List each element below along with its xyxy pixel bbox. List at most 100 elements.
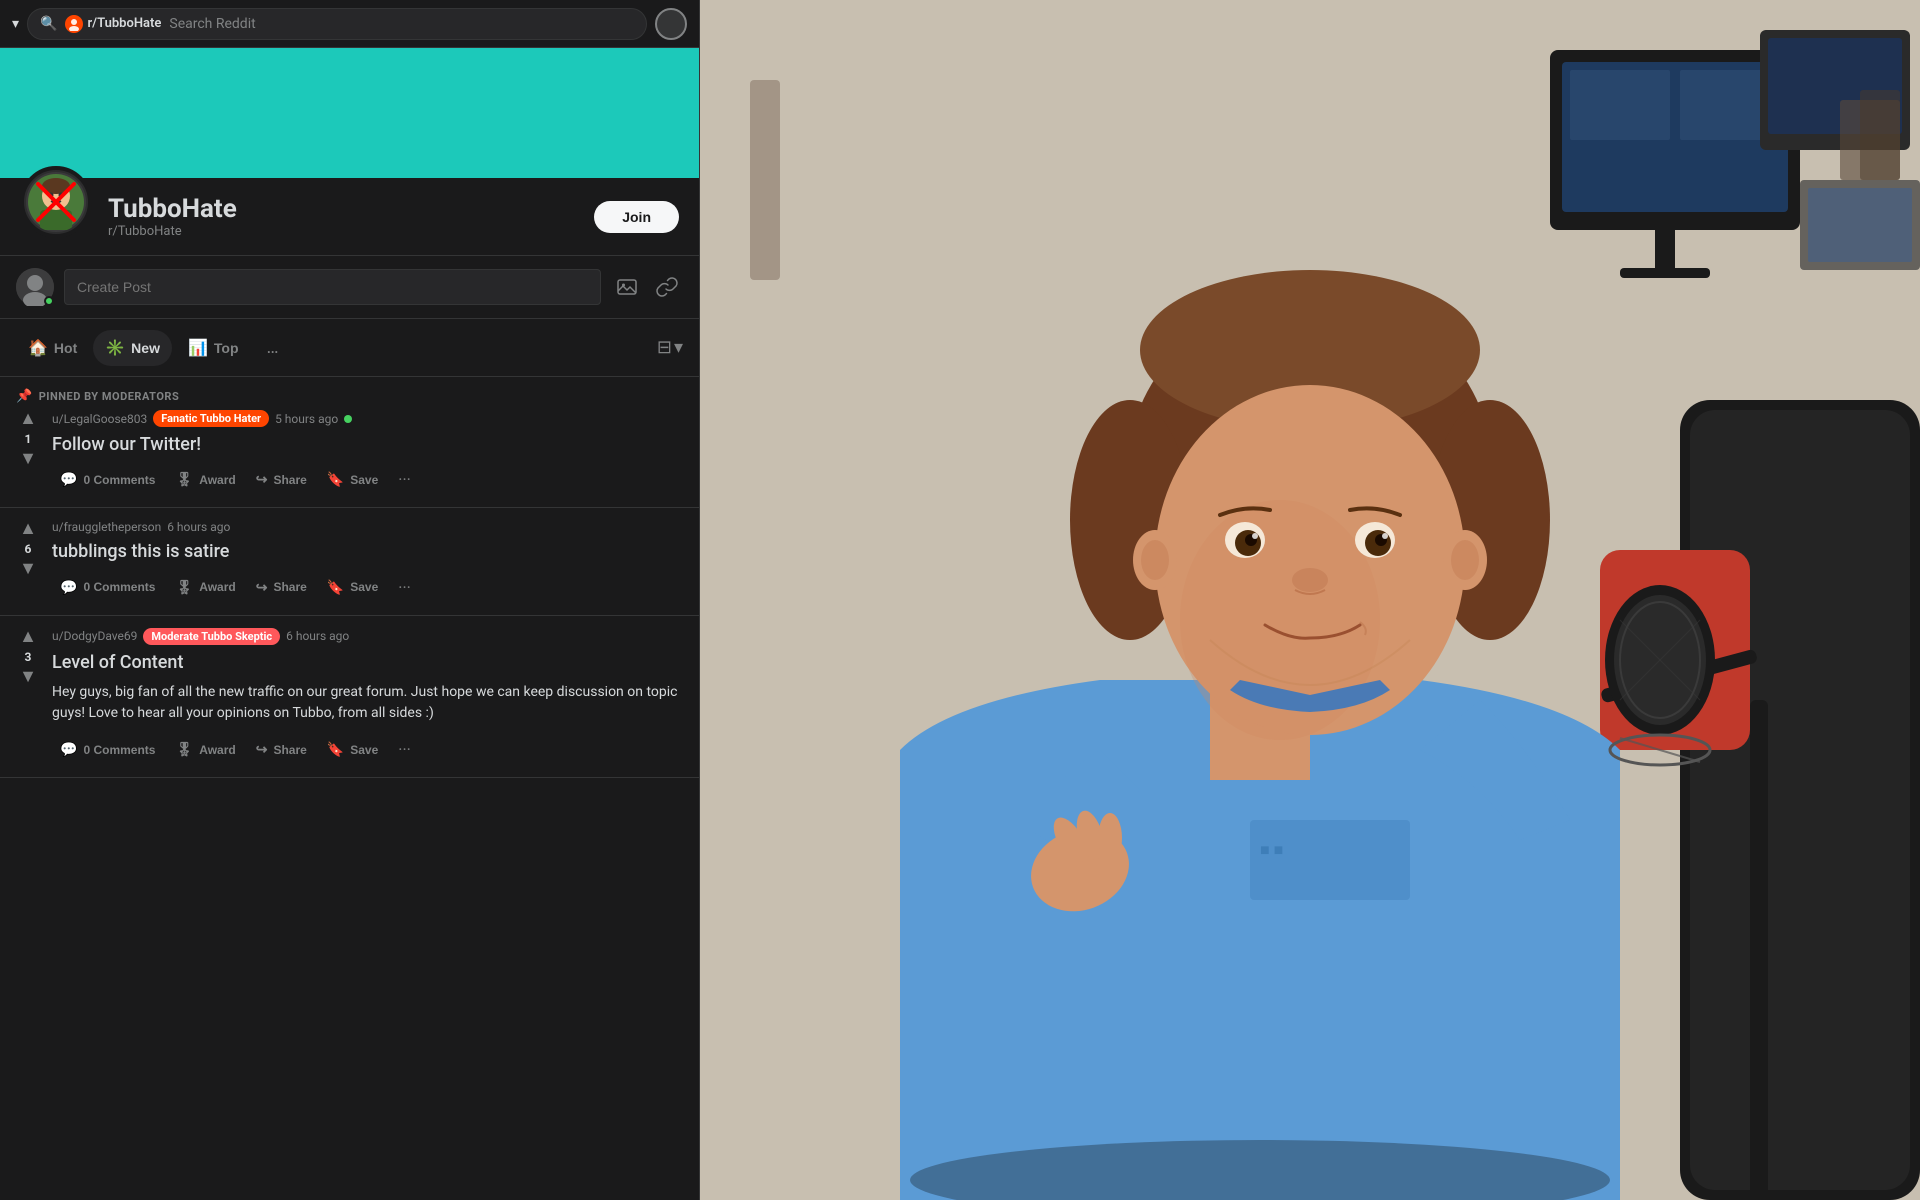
chevron-down-icon[interactable]: ▾: [12, 16, 19, 32]
image-upload-icon[interactable]: [611, 271, 643, 303]
comment-icon-post2: 💬: [60, 579, 77, 596]
post-title-post1[interactable]: Follow our Twitter!: [52, 433, 683, 456]
sort-bar: 🏠 Hot ✳️ New 📊 Top … ⊟ ▾: [0, 319, 699, 377]
sort-new-button[interactable]: ✳️ New: [93, 330, 172, 366]
share-label-post3: Share: [273, 743, 306, 757]
downvote-post1[interactable]: ▼: [19, 450, 37, 468]
post-time-post3: 6 hours ago: [286, 629, 349, 643]
subreddit-header: TubboHate r/TubboHate Join: [0, 178, 699, 256]
join-button[interactable]: Join: [594, 201, 679, 233]
subreddit-name-label: r/TubboHate: [87, 16, 161, 31]
share-icon-post2: ↪: [256, 579, 268, 596]
save-button-post1[interactable]: 🔖 Save: [319, 465, 386, 494]
award-label-post2: Award: [199, 580, 235, 594]
save-button-post2[interactable]: 🔖 Save: [319, 573, 386, 602]
post-flair-post3: Moderate Tubbo Skeptic: [143, 628, 280, 645]
comment-icon-post1: 💬: [60, 471, 77, 488]
share-button-post3[interactable]: ↪ Share: [248, 735, 315, 764]
vote-count-post2: 6: [25, 542, 32, 556]
award-icon-post2: 🎖: [175, 579, 193, 596]
upvote-post3[interactable]: ▲: [19, 628, 37, 646]
sort-top-label: Top: [214, 340, 239, 356]
sort-hot-button[interactable]: 🏠 Hot: [16, 330, 89, 366]
pinned-label: 📌 PINNED BY MODERATORS: [16, 389, 683, 404]
user-avatar-create: [16, 268, 54, 306]
post-author-post2[interactable]: u/frauggletheperson: [52, 520, 161, 534]
view-toggle-button[interactable]: ⊟ ▾: [657, 337, 683, 358]
create-post-bar: [0, 256, 699, 319]
award-button-post1[interactable]: 🎖 Award: [167, 465, 243, 494]
posts-container: 📌 PINNED BY MODERATORS ▲ 1 ▼ u/LegalGoos…: [0, 377, 699, 1200]
vote-count-post3: 3: [25, 650, 32, 664]
vote-column-post1: ▲ 1 ▼: [16, 410, 40, 495]
downvote-post2[interactable]: ▼: [19, 560, 37, 578]
vote-column-post3: ▲ 3 ▼: [16, 628, 40, 765]
comments-button-post2[interactable]: 💬 0 Comments: [52, 573, 163, 602]
post-3: ▲ 3 ▼ u/DodgyDave69 Moderate Tubbo Skept…: [0, 616, 699, 778]
create-post-icons: [611, 271, 683, 303]
save-label-post2: Save: [350, 580, 378, 594]
share-button-post1[interactable]: ↪ Share: [248, 465, 315, 494]
more-button-post3[interactable]: ···: [390, 734, 419, 765]
award-button-post3[interactable]: 🎖 Award: [167, 735, 243, 764]
comments-button-post3[interactable]: 💬 0 Comments: [52, 735, 163, 764]
post-meta-post3: u/DodgyDave69 Moderate Tubbo Skeptic 6 h…: [52, 628, 683, 645]
post-2: ▲ 6 ▼ u/frauggletheperson 6 hours ago tu…: [0, 508, 699, 615]
award-button-post2[interactable]: 🎖 Award: [167, 573, 243, 602]
upvote-post2[interactable]: ▲: [19, 520, 37, 538]
comments-button-post1[interactable]: 💬 0 Comments: [52, 465, 163, 494]
post-actions-post2: 💬 0 Comments 🎖 Award ↪ Share 🔖: [52, 572, 683, 603]
svg-text:■ ■: ■ ■: [1260, 840, 1283, 859]
post-actions-post3: 💬 0 Comments 🎖 Award ↪ Share 🔖: [52, 734, 683, 765]
post-body-post3: Hey guys, big fan of all the new traffic…: [52, 682, 683, 724]
award-label-post3: Award: [199, 743, 235, 757]
upvote-post1[interactable]: ▲: [19, 410, 37, 428]
award-label-post1: Award: [199, 473, 235, 487]
share-icon-post1: ↪: [256, 471, 268, 488]
link-icon[interactable]: [651, 271, 683, 303]
post-time-post2: 6 hours ago: [167, 520, 230, 534]
user-avatar-icon[interactable]: [655, 8, 687, 40]
more-button-post2[interactable]: ···: [390, 572, 419, 603]
post-author-post3[interactable]: u/DodgyDave69: [52, 629, 137, 643]
share-button-post2[interactable]: ↪ Share: [248, 573, 315, 602]
sort-top-button[interactable]: 📊 Top: [176, 330, 251, 366]
post-author-post1[interactable]: u/LegalGoose803: [52, 412, 147, 426]
comment-count-post3: 0 Comments: [83, 743, 155, 757]
more-button-post1[interactable]: ···: [390, 464, 419, 495]
post-meta-post1: u/LegalGoose803 Fanatic Tubbo Hater 5 ho…: [52, 410, 683, 427]
online-dot-indicator: [44, 296, 54, 306]
save-label-post3: Save: [350, 743, 378, 757]
search-bar[interactable]: 🔍 r/TubboHate Search Reddit: [27, 8, 647, 40]
share-label-post2: Share: [273, 580, 306, 594]
view-chevron-icon: ▾: [674, 337, 683, 358]
comment-count-post2: 0 Comments: [83, 580, 155, 594]
online-indicator-post1: [344, 415, 352, 423]
create-post-input[interactable]: [64, 269, 601, 305]
award-icon-post3: 🎖: [175, 741, 193, 758]
right-panel-photo: ■ ■: [700, 0, 1920, 1200]
post-title-post3[interactable]: Level of Content: [52, 651, 683, 674]
top-bar: ▾ 🔍 r/TubboHate Search Reddit: [0, 0, 699, 48]
subreddit-info: TubboHate r/TubboHate: [108, 194, 578, 239]
post-pinned: 📌 PINNED BY MODERATORS ▲ 1 ▼ u/LegalGoos…: [0, 377, 699, 508]
post-actions-post1: 💬 0 Comments 🎖 Award ↪ Share 🔖: [52, 464, 683, 495]
save-button-post3[interactable]: 🔖 Save: [319, 735, 386, 764]
sort-more-button[interactable]: …: [255, 329, 291, 366]
save-icon-post2: 🔖: [327, 579, 344, 596]
post-meta-post2: u/frauggletheperson 6 hours ago: [52, 520, 683, 534]
post-title-post2[interactable]: tubblings this is satire: [52, 540, 683, 563]
new-icon: ✳️: [105, 338, 125, 358]
subreddit-avatar: [20, 166, 92, 238]
top-icon: 📊: [188, 338, 208, 358]
search-placeholder: Search Reddit: [169, 16, 255, 32]
post-time-post1: 5 hours ago: [275, 412, 338, 426]
downvote-post3[interactable]: ▼: [19, 668, 37, 686]
hot-icon: 🏠: [28, 338, 48, 358]
post-content-post2: u/frauggletheperson 6 hours ago tubbling…: [52, 520, 683, 602]
comment-count-post1: 0 Comments: [83, 473, 155, 487]
sort-new-label: New: [131, 340, 160, 356]
share-label-post1: Share: [273, 473, 306, 487]
post-content-post3: u/DodgyDave69 Moderate Tubbo Skeptic 6 h…: [52, 628, 683, 765]
photo-svg: ■ ■: [700, 0, 1920, 1200]
